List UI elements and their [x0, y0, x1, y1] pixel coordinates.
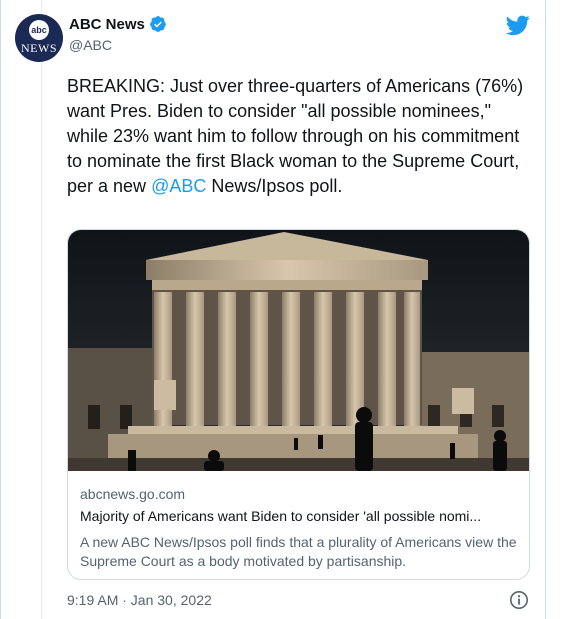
info-icon[interactable] — [509, 590, 529, 610]
mention-link[interactable]: @ABC — [151, 176, 206, 196]
thread-divider — [41, 0, 42, 619]
tweet-card: abc NEWS ABC News @ABC BREAKING: Just ov… — [0, 0, 546, 619]
tweet-text-tail: News/Ipsos poll. — [206, 176, 343, 196]
author-handle[interactable]: @ABC — [69, 37, 112, 53]
card-domain: abcnews.go.com — [80, 486, 186, 502]
link-preview-card[interactable]: abcnews.go.com Majority of Americans wan… — [67, 229, 530, 580]
card-text: abcnews.go.com Majority of Americans wan… — [80, 486, 520, 571]
tweet-timestamp[interactable]: 9:19 AM · Jan 30, 2022 — [67, 592, 212, 608]
avatar-abc-logo: abc — [29, 20, 49, 40]
avatar-news-label: NEWS — [21, 41, 57, 55]
card-description: A new ABC News/Ipsos poll finds that a p… — [80, 534, 517, 569]
twitter-bird-icon[interactable] — [506, 13, 530, 37]
card-title: Majority of Americans want Biden to cons… — [80, 508, 482, 524]
display-name[interactable]: ABC News — [69, 16, 145, 33]
avatar[interactable]: abc NEWS — [15, 14, 63, 62]
verified-badge-icon — [149, 16, 166, 32]
author-name-row: ABC News — [69, 15, 167, 33]
supreme-court-building-photo — [68, 230, 529, 471]
tweet-text: BREAKING: Just over three-quarters of Am… — [67, 74, 527, 199]
